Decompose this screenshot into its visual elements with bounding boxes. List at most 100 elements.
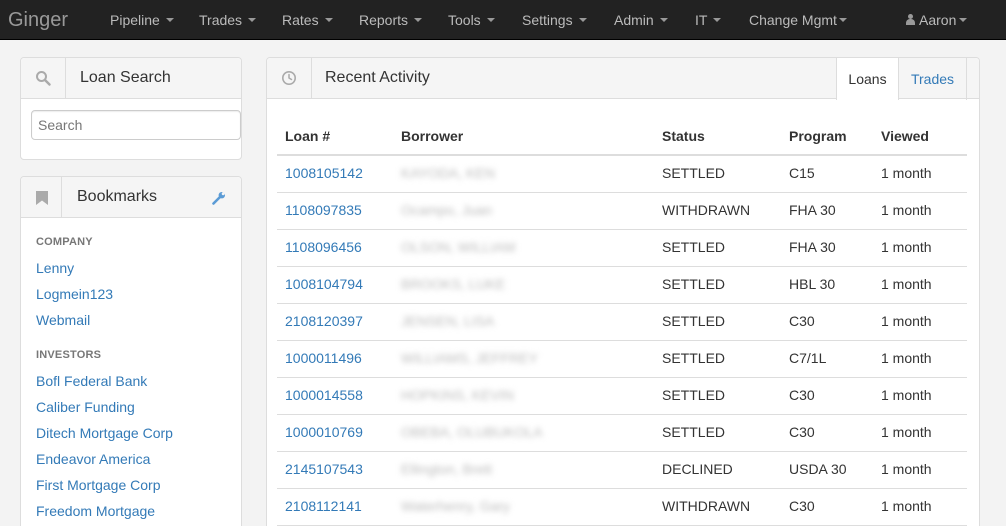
loan-program: HBL 30 [789, 276, 836, 292]
loan-program: USDA 30 [789, 461, 847, 477]
caret-down-icon [659, 18, 668, 23]
caret-down-icon [324, 18, 333, 23]
loan-search-heading: Loan Search [21, 58, 241, 99]
borrower-name: OLSON, WILLIAM [401, 239, 516, 255]
table-row: 1108097835 Ocampo, Juan WITHDRAWN FHA 30… [277, 193, 967, 230]
bookmark-link[interactable]: Webmail [36, 312, 90, 328]
nav-change-mgmt[interactable]: Change Mgmt [749, 0, 847, 40]
loan-number-link[interactable]: 1008104794 [285, 276, 363, 292]
loan-search-title: Loan Search [80, 69, 171, 86]
viewed-time: 1 month [881, 424, 932, 440]
bookmark-section-company: COMPANY [36, 236, 93, 248]
clock-icon [282, 71, 296, 85]
nav-trades[interactable]: Trades [199, 0, 257, 40]
top-navbar: Ginger Pipeline Trades Rates Reports Too… [0, 0, 1006, 40]
column-header-status[interactable]: Status [662, 128, 705, 144]
nav-rates[interactable]: Rates [282, 0, 333, 40]
loan-program: C30 [789, 424, 815, 440]
nav-tools[interactable]: Tools [448, 0, 495, 40]
table-row: 2108112141 Waterhenry, Gary WITHDRAWN C3… [277, 489, 967, 526]
nav-reports[interactable]: Reports [359, 0, 423, 40]
borrower-name: Ocampo, Juan [401, 202, 493, 218]
viewed-time: 1 month [881, 239, 932, 255]
loan-number-link[interactable]: 1000010769 [285, 424, 363, 440]
loan-program: C30 [789, 313, 815, 329]
loan-status: SETTLED [662, 276, 726, 292]
wrench-icon[interactable] [212, 191, 226, 205]
recent-activity-panel: Recent Activity Loans Trades Loan # Borr… [266, 57, 980, 526]
column-header-viewed[interactable]: Viewed [881, 128, 929, 144]
recent-activity-title: Recent Activity [325, 69, 430, 86]
loan-status: SETTLED [662, 313, 726, 329]
viewed-time: 1 month [881, 276, 932, 292]
loan-program: C30 [789, 498, 815, 514]
bookmark-link[interactable]: Lenny [36, 260, 74, 276]
nav-admin[interactable]: Admin [614, 0, 668, 40]
caret-down-icon [959, 18, 968, 23]
loan-number-link[interactable]: 1000014558 [285, 387, 363, 403]
column-header-program[interactable]: Program [789, 128, 847, 144]
caret-down-icon [838, 18, 847, 23]
caret-down-icon [713, 18, 722, 23]
borrower-name: KAYODA, KEN [401, 165, 495, 181]
caret-down-icon [165, 18, 174, 23]
loan-number-link[interactable]: 1008105142 [285, 165, 363, 181]
borrower-name: OBEBA, OLUBUKOLA [401, 424, 543, 440]
column-header-borrower[interactable]: Borrower [401, 128, 463, 144]
borrower-name: Waterhenry, Gary [401, 498, 510, 514]
loan-number-link[interactable]: 2145107543 [285, 461, 363, 477]
viewed-time: 1 month [881, 387, 932, 403]
loan-search-panel: Loan Search [20, 57, 242, 160]
borrower-name: Ellington, Brett [401, 461, 493, 477]
nav-settings[interactable]: Settings [522, 0, 587, 40]
brand-logo[interactable]: Ginger [8, 9, 68, 32]
bookmarks-heading: Bookmarks [21, 177, 241, 218]
loan-program: FHA 30 [789, 202, 836, 218]
tab-loans[interactable]: Loans [836, 58, 899, 100]
bookmark-link[interactable]: Logmein123 [36, 286, 113, 302]
bookmark-link[interactable]: Ditech Mortgage Corp [36, 425, 173, 441]
nav-it[interactable]: IT [695, 0, 722, 40]
bookmark-link[interactable]: Endeavor America [36, 451, 150, 467]
loan-status: DECLINED [662, 461, 733, 477]
loan-number-link[interactable]: 2108120397 [285, 313, 363, 329]
borrower-name: WILLIAMS, JEFFREY [401, 350, 538, 366]
loan-status: SETTLED [662, 239, 726, 255]
viewed-time: 1 month [881, 350, 932, 366]
user-icon [906, 14, 915, 26]
caret-down-icon [414, 18, 423, 23]
tab-trades[interactable]: Trades [899, 58, 967, 100]
borrower-name: BROOKS, LUKE [401, 276, 506, 292]
viewed-time: 1 month [881, 461, 932, 477]
bookmark-link[interactable]: Bofl Federal Bank [36, 373, 147, 389]
loan-program: C7/1L [789, 350, 827, 366]
table-row: 1108096456 OLSON, WILLIAM SETTLED FHA 30… [277, 230, 967, 267]
column-header-loan[interactable]: Loan # [285, 128, 330, 144]
loan-number-link[interactable]: 1108097835 [285, 202, 362, 218]
bookmark-link[interactable]: Caliber Funding [36, 399, 135, 415]
borrower-name: JENSEN, LISA [401, 313, 495, 329]
bookmark-link[interactable]: First Mortgage Corp [36, 477, 160, 493]
borrower-name: HOPKINS, KEVIN [401, 387, 514, 403]
viewed-time: 1 month [881, 165, 932, 181]
caret-down-icon [248, 18, 257, 23]
caret-down-icon [578, 18, 587, 23]
loan-number-link[interactable]: 2108112141 [285, 498, 362, 514]
viewed-time: 1 month [881, 202, 932, 218]
loan-status: WITHDRAWN [662, 202, 751, 218]
bookmark-link[interactable]: Freedom Mortgage [36, 503, 155, 519]
loan-status: WITHDRAWN [662, 498, 751, 514]
bookmarks-panel: Bookmarks COMPANY Lenny Logmein123 Webma… [20, 176, 242, 526]
loan-search-input[interactable] [31, 110, 241, 140]
table-row: 1008104794 BROOKS, LUKE SETTLED HBL 30 1… [277, 267, 967, 304]
caret-down-icon [486, 18, 495, 23]
user-menu[interactable]: Aaron [906, 0, 968, 40]
search-icon [36, 71, 51, 86]
nav-pipeline[interactable]: Pipeline [110, 0, 174, 40]
loan-number-link[interactable]: 1108096456 [285, 239, 362, 255]
bookmark-icon [36, 191, 48, 205]
viewed-time: 1 month [881, 498, 932, 514]
bookmark-section-investors: INVESTORS [36, 349, 102, 361]
loan-number-link[interactable]: 1000011496 [285, 350, 362, 366]
table-row: 2108120397 JENSEN, LISA SETTLED C30 1 mo… [277, 304, 967, 341]
